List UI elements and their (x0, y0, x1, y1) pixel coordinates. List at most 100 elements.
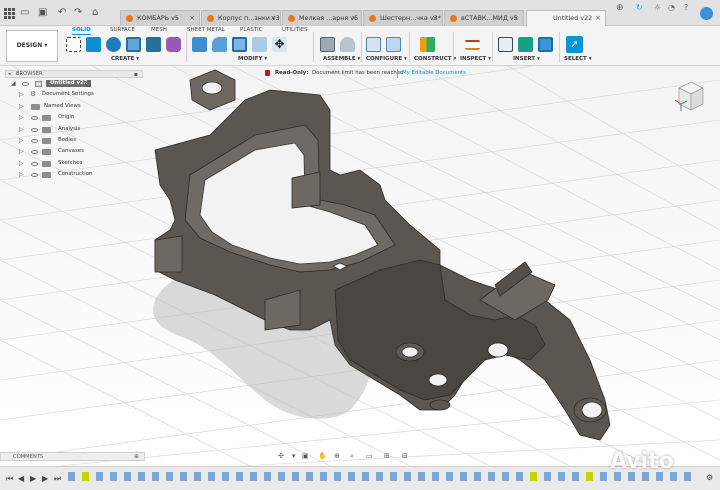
display-settings-icon[interactable]: ▭ (366, 451, 373, 462)
chevron-right-icon[interactable]: ▷ (19, 158, 24, 169)
step-forward-icon[interactable]: ▶ (42, 474, 48, 483)
add-tab-icon[interactable]: ⊕ (616, 3, 624, 13)
fillet-icon[interactable] (212, 37, 227, 52)
collapse-icon[interactable]: ◂ (8, 71, 11, 78)
chevron-right-icon[interactable]: ▷ (19, 135, 24, 146)
comments-panel[interactable]: COMMENTS ⊕ (0, 452, 145, 461)
view-cube[interactable] (673, 78, 705, 114)
configure-rules-icon[interactable] (386, 37, 401, 52)
file-icon[interactable]: ▭ (20, 7, 29, 19)
jobs-icon[interactable]: ◔ (668, 3, 675, 12)
offset-plane-icon[interactable] (420, 37, 435, 52)
close-tab-icon[interactable]: × (432, 11, 438, 25)
look-at-icon[interactable]: ▣ (302, 451, 309, 462)
tab-shesternya[interactable]: Шестерн...чка v3* × (363, 10, 443, 26)
joint-icon[interactable] (340, 37, 355, 52)
tab-utilities[interactable]: UTILITIES (282, 27, 308, 33)
visibility-icon[interactable] (31, 116, 38, 121)
play-icon[interactable]: ▶ (30, 474, 36, 483)
move-icon[interactable]: ✥ (272, 37, 287, 52)
orbit-icon[interactable]: ✣ (278, 451, 284, 462)
home-icon[interactable]: ⌂ (92, 7, 98, 19)
close-tab-icon[interactable]: × (595, 11, 601, 25)
app-grid-icon[interactable] (4, 8, 15, 19)
pan-icon[interactable]: ✋ (318, 451, 327, 462)
configure-table-icon[interactable] (366, 37, 381, 52)
chevron-right-icon[interactable]: ▷ (19, 146, 24, 157)
viewports-icon[interactable]: ⊟ (402, 451, 408, 462)
shell-icon[interactable] (232, 37, 247, 52)
create-menu[interactable]: CREATE ▾ (111, 56, 139, 62)
browser-item-construction[interactable]: ▷ Construction (5, 169, 143, 180)
form-icon[interactable] (166, 37, 181, 52)
tab-komabar[interactable]: КОМБАРЬ v5 × (120, 10, 200, 26)
timeline-features[interactable] (68, 471, 698, 483)
tab-vstavka[interactable]: вСТАВК...МИД v5 × (444, 10, 524, 26)
tab-untitled[interactable]: Untitled v22 × (526, 10, 606, 27)
zoom-icon[interactable]: ⊕ (334, 451, 340, 462)
browser-item-origin[interactable]: ▷ Origin (5, 112, 143, 123)
browser-item-analysis[interactable]: ▷ Analysis (5, 124, 143, 135)
press-pull-icon[interactable] (192, 37, 207, 52)
chevron-right-icon[interactable]: ▷ (19, 169, 24, 180)
chevron-right-icon[interactable]: ▷ (19, 112, 24, 123)
fit-icon[interactable]: ⌕ (350, 451, 354, 462)
timeline-settings-icon[interactable]: ⚙ (706, 473, 713, 482)
chevron-down-icon[interactable]: ◢ (11, 78, 16, 89)
tab-sheet-metal[interactable]: SHEET METAL (187, 27, 225, 33)
browser-header[interactable]: ◂ BROWSER ▪ (5, 70, 143, 78)
browser-item-document-settings[interactable]: ▷ ⚙ Document Settings (5, 89, 143, 100)
save-icon[interactable]: ▣ (38, 7, 47, 19)
tab-plastic[interactable]: PLASTIC (240, 27, 263, 33)
tab-solid[interactable]: SOLID (72, 27, 91, 35)
browser-item-canvases[interactable]: ▷ Canvases (5, 146, 143, 157)
visibility-icon[interactable] (31, 161, 38, 166)
close-tab-icon[interactable]: × (270, 11, 276, 25)
online-status-icon[interactable]: ↻ (636, 3, 643, 12)
insert-derive-icon[interactable] (498, 37, 513, 52)
insert-menu[interactable]: INSERT ▾ (513, 56, 540, 62)
hole-icon[interactable] (126, 37, 141, 52)
my-editable-documents-link[interactable]: My Editable Documents (402, 68, 466, 79)
new-sketch-icon[interactable] (66, 37, 81, 52)
new-component-icon[interactable] (320, 37, 335, 52)
help-icon[interactable]: ? (684, 3, 688, 12)
workspace-selector[interactable]: DESIGN ▾ (6, 30, 58, 62)
revolve-icon[interactable] (106, 37, 121, 52)
visibility-icon[interactable] (31, 138, 38, 143)
add-comment-icon[interactable]: ⊕ (134, 453, 139, 461)
configure-menu[interactable]: CONFIGURE ▾ (366, 56, 407, 62)
activate-radio-icon[interactable] (85, 81, 91, 87)
close-tab-icon[interactable]: × (513, 11, 519, 25)
chevron-right-icon[interactable]: ▷ (19, 124, 24, 135)
browser-root[interactable]: ◢ Untitled v22 (5, 78, 143, 89)
fast-forward-icon[interactable]: ⏭ (54, 474, 61, 483)
measure-icon[interactable] (465, 40, 480, 50)
insert-canvas-icon[interactable] (538, 37, 553, 52)
close-tab-icon[interactable]: × (351, 11, 357, 25)
tab-korpus[interactable]: Корпус п...знки v3* × (201, 10, 281, 26)
grid-snaps-icon[interactable]: ⊞ (384, 451, 390, 462)
browser-item-bodies[interactable]: ▷ Bodies (5, 135, 143, 146)
inspect-menu[interactable]: INSPECT ▾ (460, 56, 491, 62)
visibility-icon[interactable] (31, 150, 38, 155)
pattern-icon[interactable] (146, 37, 161, 52)
visibility-icon[interactable] (31, 173, 38, 178)
step-back-icon[interactable]: ◀ (18, 474, 24, 483)
rewind-icon[interactable]: ⏮ (6, 474, 13, 483)
browser-item-sketches[interactable]: ▷ Sketches (5, 158, 143, 169)
assemble-menu[interactable]: ASSEMBLE ▾ (323, 56, 360, 62)
close-tab-icon[interactable]: × (189, 11, 195, 25)
combine-icon[interactable] (252, 37, 267, 52)
tab-surface[interactable]: SURFACE (110, 27, 135, 33)
chevron-right-icon[interactable]: ▷ (19, 89, 24, 100)
chevron-right-icon[interactable]: ▷ (19, 101, 24, 112)
select-menu[interactable]: SELECT ▾ (564, 56, 591, 62)
extrude-icon[interactable] (86, 37, 101, 52)
undo-icon[interactable]: ↶ (58, 7, 66, 19)
tab-melkaya[interactable]: Мелкая ...арня v5 × (282, 10, 362, 26)
browser-options-icon[interactable]: ▪ (134, 71, 138, 78)
construct-menu[interactable]: CONSTRUCT ▾ (414, 56, 456, 62)
avatar[interactable] (700, 7, 713, 20)
select-cursor-icon[interactable]: ➚ (566, 36, 583, 53)
